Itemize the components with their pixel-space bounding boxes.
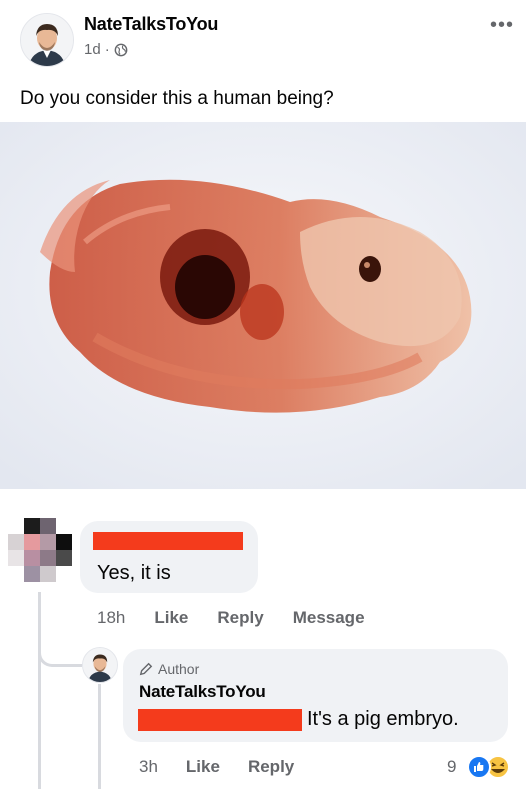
comment-actions: 18h Like Reply Message	[97, 608, 365, 628]
post-author-avatar[interactable]	[20, 13, 74, 67]
commenter-avatar-pixelated[interactable]	[6, 518, 72, 584]
comment-time[interactable]: 18h	[97, 608, 125, 628]
reply-thread-line	[98, 684, 101, 789]
reply-actions: 3h Like Reply	[139, 757, 294, 777]
post-meta: 1d ·	[84, 41, 128, 58]
like-button[interactable]: Like	[154, 608, 188, 628]
globe-icon	[114, 43, 128, 56]
reply-author-name[interactable]: NateTalksToYou	[139, 682, 266, 702]
more-options-icon[interactable]: •••	[490, 14, 514, 37]
post-author-name[interactable]: NateTalksToYou	[84, 14, 218, 35]
redacted-commenter-name	[93, 532, 243, 550]
post-caption: Do you consider this a human being?	[20, 88, 334, 109]
post-time[interactable]: 1d	[84, 41, 101, 58]
reply-text: It's a pig embryo.	[307, 708, 459, 730]
reply-button[interactable]: Reply	[248, 757, 294, 777]
author-badge: Author	[139, 661, 199, 677]
reply-button[interactable]: Reply	[217, 608, 263, 628]
meta-separator: ·	[104, 41, 110, 58]
thread-line	[38, 592, 41, 789]
thread-connector	[38, 643, 82, 667]
pencil-icon	[139, 662, 153, 676]
redacted-mention	[138, 709, 302, 731]
author-badge-label: Author	[158, 661, 200, 677]
reactions[interactable]	[463, 754, 513, 780]
reply-time[interactable]: 3h	[139, 757, 158, 777]
post-photo[interactable]	[0, 122, 526, 489]
reaction-count[interactable]: 9	[447, 757, 456, 777]
reply-author-avatar[interactable]	[82, 647, 118, 683]
like-button[interactable]: Like	[186, 757, 220, 777]
message-button[interactable]: Message	[293, 608, 365, 628]
comment-text: Yes, it is	[97, 562, 171, 584]
like-reaction-icon	[467, 755, 491, 779]
